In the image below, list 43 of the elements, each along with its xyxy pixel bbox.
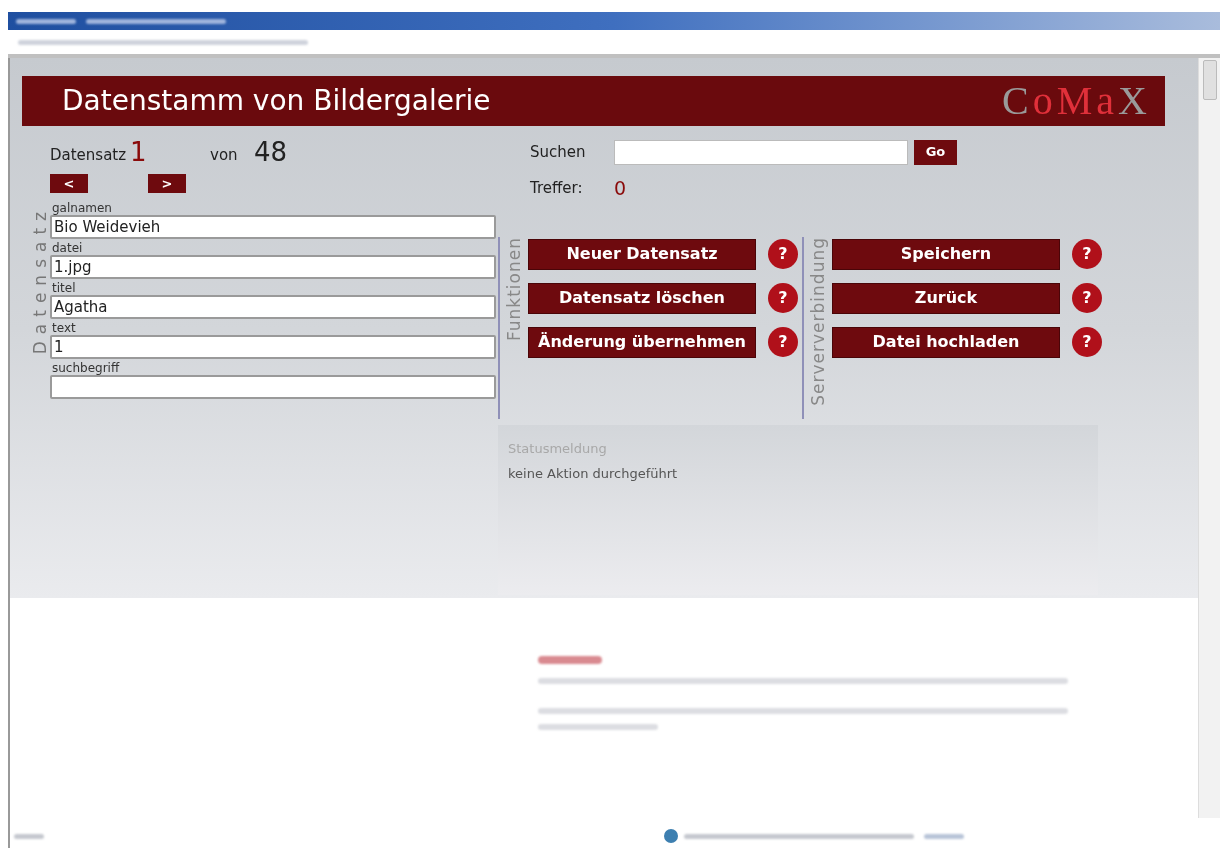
help-button[interactable]: ? [768, 327, 798, 357]
field-label: text [51, 321, 77, 335]
input-field[interactable]: Agatha [50, 295, 496, 319]
help-button[interactable]: ? [768, 239, 798, 269]
help-button[interactable]: ? [1072, 327, 1102, 357]
hits-label: Treffer: [530, 178, 584, 199]
input-field[interactable] [50, 375, 496, 399]
blurred-status-text [14, 833, 44, 839]
field-label: datei [51, 241, 84, 255]
help-button[interactable]: ? [1072, 239, 1102, 269]
input-field[interactable]: 1 [50, 335, 496, 359]
status-message: keine Aktion durchgeführt [508, 465, 679, 483]
group-label: Funktionen [504, 236, 524, 341]
action-button[interactable]: Zurück [832, 282, 1060, 314]
help-button[interactable]: ? [768, 283, 798, 313]
blurred-zoom-text [924, 833, 964, 839]
help-button[interactable]: ? [1072, 283, 1102, 313]
input-field[interactable]: 1.jpg [50, 255, 496, 279]
page-title: Datenstamm von Bildergalerie [62, 83, 491, 119]
record-total: 48 [254, 138, 288, 166]
record-number: 1 [130, 138, 148, 166]
group-label: Serververbindung [808, 236, 828, 406]
record-label: Datensatz [50, 144, 128, 166]
go-button[interactable]: Go [914, 139, 957, 165]
action-button[interactable]: Speichern [832, 238, 1060, 270]
of-label: von [210, 144, 239, 166]
search-field[interactable] [614, 139, 908, 165]
action-button[interactable]: Änderung übernehmen [528, 326, 756, 358]
logo: CoMaX [1002, 79, 1151, 123]
field-label: suchbegriff [51, 361, 121, 375]
input-field[interactable]: Bio Weidevieh [50, 215, 496, 239]
field-label: titel [51, 281, 77, 295]
blurred-heading [538, 656, 602, 664]
search-label: Suchen [530, 141, 587, 163]
form-side-label: Datensatz [29, 205, 48, 355]
next-button[interactable]: > [148, 174, 186, 193]
previous-button[interactable]: < [50, 174, 88, 193]
field-label: galnamen [51, 201, 113, 215]
action-button[interactable]: Datensatz löschen [528, 282, 756, 314]
hits-count: 0 [614, 176, 627, 201]
action-button[interactable]: Datei hochladen [832, 326, 1060, 358]
blurred-text [16, 18, 76, 24]
action-button[interactable]: Neuer Datensatz [528, 238, 756, 270]
